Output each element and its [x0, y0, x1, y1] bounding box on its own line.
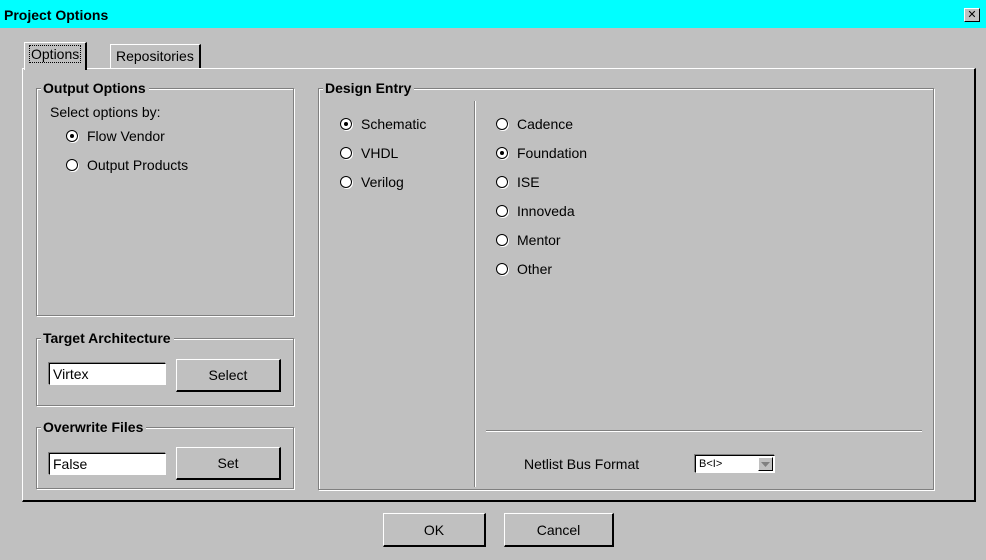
title-bar: Project Options ✕	[0, 0, 986, 28]
cancel-button[interactable]: Cancel	[504, 513, 614, 547]
close-button[interactable]: ✕	[964, 8, 980, 22]
tab-repositories[interactable]: Repositories	[110, 44, 201, 69]
tab-panel-options	[22, 68, 976, 502]
tab-repositories-label: Repositories	[116, 48, 194, 64]
window-title: Project Options	[4, 7, 109, 23]
tab-options[interactable]: Options	[24, 42, 88, 70]
ok-button[interactable]: OK	[383, 513, 486, 547]
close-icon: ✕	[967, 8, 977, 21]
ok-button-label: OK	[423, 521, 445, 538]
tab-options-label: Options	[28, 45, 82, 63]
cancel-button-label: Cancel	[536, 521, 581, 538]
